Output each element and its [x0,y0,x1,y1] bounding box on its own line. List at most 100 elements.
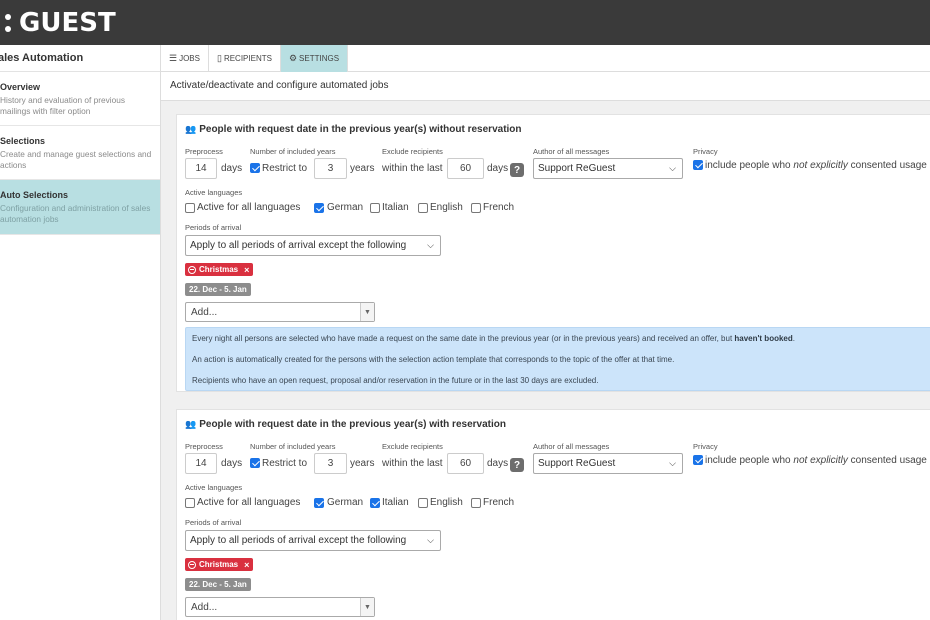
chevron-down-icon: ⌵ [427,535,434,545]
all-languages-checkbox[interactable] [185,498,195,508]
preprocess-label: Preprocess [185,442,223,451]
main-content: 👥 People with request date in the previo… [161,101,930,620]
page-title: Activate/deactivate and configure automa… [161,72,930,101]
dropdown-arrow-icon[interactable]: ▼ [360,598,374,616]
periods-label: Periods of arrival [185,518,242,527]
french-checkbox[interactable] [471,203,481,213]
sidebar-title: ales Automation [0,45,160,72]
panel-title-text: People with request date in the previous… [199,124,522,135]
author-select[interactable]: Support ReGuest ⌵ [533,453,683,474]
tag-label: Christmas [199,560,239,569]
included-years-label: Number of included years [250,147,336,156]
period-mode-select[interactable]: Apply to all periods of arrival except t… [185,530,441,551]
logo[interactable]: GUEST [0,8,116,38]
logo-mark-icon [0,12,11,34]
info-line-1: Every night all persons are selected who… [192,334,795,343]
years-label: years [350,458,375,469]
clipboard-icon: ▯ [216,53,222,63]
chevron-down-icon: ⌵ [427,240,434,250]
exclude-days-input[interactable]: 60 [447,453,484,474]
years-label: years [350,163,375,174]
exclude-days-input[interactable]: 60 [447,158,484,179]
sidebar-item-desc: Create and manage guest selections and a… [0,149,152,170]
period-mode-value: Apply to all periods of arrival except t… [190,240,407,251]
english-checkbox[interactable] [418,203,428,213]
preprocess-days-input[interactable]: 14 [185,453,217,474]
author-select[interactable]: Support ReGuest ⌵ [533,158,683,179]
restrict-to-checkbox[interactable] [250,458,260,468]
privacy-label: Privacy [693,442,718,451]
dropdown-arrow-icon[interactable]: ▼ [360,303,374,321]
date-range-badge: 22. Dec - 5. Jan [185,283,251,296]
active-languages-label: Active languages [185,188,243,197]
german-checkbox[interactable] [314,498,324,508]
close-icon[interactable]: × [244,560,249,570]
add-placeholder: Add... [191,601,218,613]
french-checkbox[interactable] [471,498,481,508]
add-period-combo[interactable]: Add... ▼ [185,302,375,322]
german-checkbox[interactable] [314,203,324,213]
sidebar-item-label: Overview [0,82,41,92]
users-icon: 👥 [185,419,197,429]
privacy-checkbox[interactable] [693,160,703,170]
chevron-down-icon: ⌵ [669,458,676,468]
sidebar-item-selections[interactable]: Selections Create and manage guest selec… [0,126,160,180]
english-checkbox[interactable] [418,498,428,508]
tab-recipients[interactable]: ▯ RECIPIENTS [209,45,281,72]
sidebar-item-desc: History and evaluation of previous maili… [0,95,125,116]
tab-jobs[interactable]: ☰ JOBS [161,45,209,72]
author-label: Author of all messages [533,147,610,156]
all-languages-label: Active for all languages [197,497,301,508]
close-icon[interactable]: × [244,265,249,275]
add-placeholder: Add... [191,306,218,318]
privacy-text: include people who not explicitly consen… [705,455,930,466]
english-label: English [430,497,463,508]
job-panel-with-reservation: 👥 People with request date in the previo… [176,409,930,620]
help-icon[interactable]: ? [510,163,524,177]
privacy-checkbox[interactable] [693,455,703,465]
active-languages-label: Active languages [185,483,243,492]
sidebar-item-label: Selections [0,136,46,146]
days-label: days [487,458,509,469]
gear-icon: ⚙ [288,53,298,63]
preprocess-days-input[interactable]: 14 [185,158,217,179]
italian-label: Italian [382,202,409,213]
years-input[interactable]: 3 [314,453,347,474]
sidebar-item-overview[interactable]: Overview History and evaluation of previ… [0,72,160,126]
days-label: days [221,458,243,469]
minus-circle-icon [188,265,196,274]
panel-title: 👥 People with request date in the previo… [185,124,522,135]
period-mode-select[interactable]: Apply to all periods of arrival except t… [185,235,441,256]
tab-label: JOBS [179,54,200,63]
within-last-label: within the last [382,163,443,174]
german-label: German [327,497,364,508]
sidebar-item-desc: Configuration and administration of sale… [0,203,151,224]
periods-label: Periods of arrival [185,223,242,232]
info-line-3: Recipients who have an open request, pro… [192,376,599,385]
italian-checkbox[interactable] [370,498,380,508]
add-period-combo[interactable]: Add... ▼ [185,597,375,617]
restrict-to-label: Restrict to [262,458,308,469]
tab-settings[interactable]: ⚙ SETTINGS [280,45,349,72]
tab-label: RECIPIENTS [223,54,272,63]
sidebar-item-auto-selections[interactable]: Auto Selections Configuration and admini… [0,180,160,235]
panel-title-text: People with request date in the previous… [199,419,506,430]
job-panel-without-reservation: 👥 People with request date in the previo… [176,114,930,392]
date-range-badge: 22. Dec - 5. Jan [185,578,251,591]
italian-checkbox[interactable] [370,203,380,213]
period-tag-christmas[interactable]: Christmas × [185,558,254,571]
restrict-to-checkbox[interactable] [250,163,260,173]
privacy-label: Privacy [693,147,718,156]
top-bar: GUEST [0,0,930,45]
help-icon[interactable]: ? [510,458,524,472]
french-label: French [483,202,515,213]
all-languages-checkbox[interactable] [185,203,195,213]
period-mode-value: Apply to all periods of arrival except t… [190,535,407,546]
all-languages-label: Active for all languages [197,202,301,213]
preprocess-label: Preprocess [185,147,223,156]
years-input[interactable]: 3 [314,158,347,179]
panel-title: 👥 People with request date in the previo… [185,419,506,430]
info-box: Every night all persons are selected who… [185,327,930,391]
chevron-down-icon: ⌵ [669,163,676,173]
period-tag-christmas[interactable]: Christmas × [185,263,254,276]
